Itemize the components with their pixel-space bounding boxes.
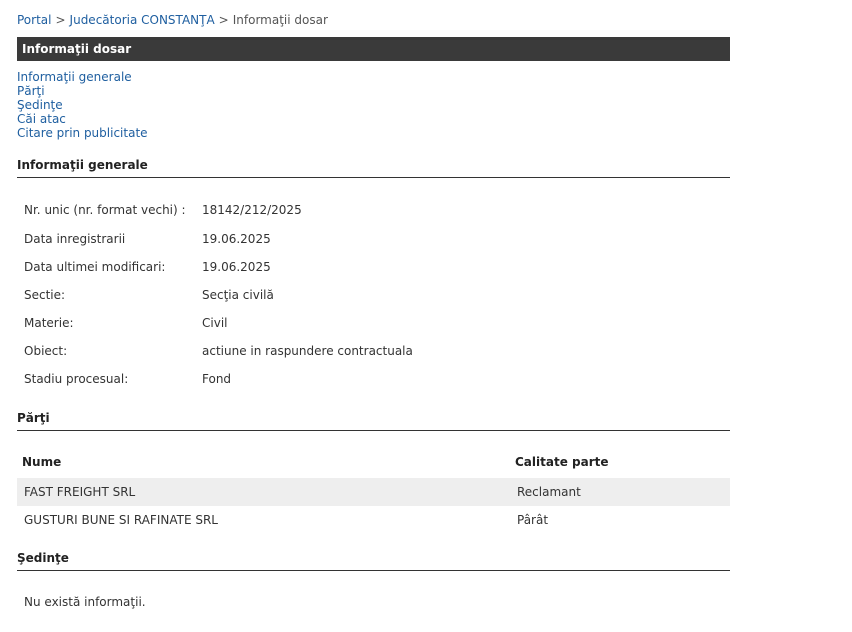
breadcrumb-separator: >: [218, 13, 229, 27]
page: Portal > Judecătoria CONSTANŢA > Informaţii …: [0, 0, 852, 632]
info-label: Stadiu procesual:: [24, 372, 129, 386]
table-row: GUSTURI BUNE SI RAFINATE SRL Pârât: [17, 506, 730, 534]
hearings-heading: Şedinţe: [17, 551, 730, 571]
info-value: Civil: [202, 316, 228, 330]
parties-column-role: Calitate parte: [515, 455, 609, 469]
breadcrumb-portal-link[interactable]: Portal: [17, 13, 51, 27]
info-value: 19.06.2025: [202, 232, 271, 246]
hearings-empty-message: Nu există informaţii.: [24, 595, 146, 609]
party-name: GUSTURI BUNE SI RAFINATE SRL: [24, 513, 218, 527]
info-label: Data ultimei modificari:: [24, 260, 166, 274]
toc-link-appeals[interactable]: Căi atac: [17, 112, 148, 126]
toc-link-public-summons[interactable]: Citare prin publicitate: [17, 126, 148, 140]
breadcrumb-separator: >: [55, 13, 66, 27]
breadcrumb-current: Informaţii dosar: [232, 13, 328, 27]
info-value: Secţia civilă: [202, 288, 274, 302]
info-label: Sectie:: [24, 288, 66, 302]
toc-link-general[interactable]: Informaţii generale: [17, 70, 148, 84]
section-links: Informaţii generale Părţi Şedinţe Căi at…: [17, 70, 148, 140]
info-value: 19.06.2025: [202, 260, 271, 274]
table-row: FAST FREIGHT SRL Reclamant: [17, 478, 730, 506]
info-value: Fond: [202, 372, 232, 386]
info-label: Data inregistrarii: [24, 232, 126, 246]
breadcrumb-court-link[interactable]: Judecătoria CONSTANŢA: [70, 13, 215, 27]
page-title: Informaţii dosar: [17, 37, 730, 61]
info-value: actiune in raspundere contractuala: [202, 344, 413, 358]
info-label: Obiect:: [24, 344, 68, 358]
breadcrumb: Portal > Judecătoria CONSTANŢA > Informaţii …: [17, 13, 328, 27]
info-label: Nr. unic (nr. format vechi) :: [24, 203, 186, 217]
party-role: Pârât: [517, 513, 549, 527]
parties-heading: Părţi: [17, 411, 730, 431]
toc-link-hearings[interactable]: Şedinţe: [17, 98, 148, 112]
info-label: Materie:: [24, 316, 74, 330]
toc-link-parties[interactable]: Părţi: [17, 84, 148, 98]
general-info-heading: Informaţii generale: [17, 158, 730, 178]
party-role: Reclamant: [517, 485, 581, 499]
party-name: FAST FREIGHT SRL: [24, 485, 136, 499]
parties-column-name: Nume: [22, 455, 62, 469]
info-value: 18142/212/2025: [202, 203, 302, 217]
